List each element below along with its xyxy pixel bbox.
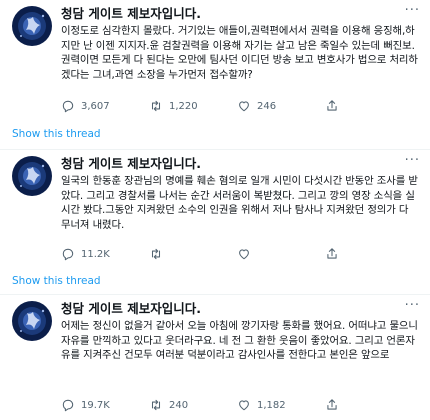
retweet-button[interactable]: 240 — [149, 398, 237, 412]
author-name[interactable]: 청담 게이트 제보자입니다. — [61, 6, 420, 22]
avatar[interactable] — [12, 6, 52, 46]
share-icon — [327, 248, 337, 259]
avatar-image — [12, 301, 52, 341]
tweet-text: 일국의 한동훈 장관님의 명예를 훼손 혐의로 일개 시민이 다섯시간 반동안 … — [61, 175, 418, 231]
more-icon[interactable]: ··· — [405, 299, 420, 313]
more-icon[interactable]: ··· — [405, 4, 420, 18]
reply-button[interactable]: 11.2K — [61, 247, 149, 261]
tweet-actions: 11.2K — [61, 246, 413, 262]
reply-icon — [62, 248, 74, 261]
avatar[interactable] — [12, 156, 52, 196]
timeline-feed: 청담 게이트 제보자입니다. 이정도로 심각한지 몰랐다. 거기있는 애들이,권… — [0, 0, 430, 420]
tweet-body: 청담 게이트 제보자입니다. 이정도로 심각한지 몰랐다. 거기있는 애들이,권… — [61, 6, 420, 82]
share-icon — [327, 100, 337, 111]
retweet-button[interactable]: 1,220 — [149, 99, 237, 113]
retweet-icon — [151, 399, 161, 411]
show-thread-link[interactable]: Show this thread — [12, 275, 101, 287]
tweet-text: 어제는 정신이 없을거 같아서 오늘 아침에 깡기자랑 통화를 했어요. 어떠냐… — [61, 320, 418, 362]
share-icon — [327, 399, 337, 410]
tweet-body: 청담 게이트 제보자입니다. 일국의 한동훈 장관님의 명예를 훼손 혐의로 일… — [61, 156, 420, 232]
tweet[interactable]: 청담 게이트 제보자입니다. 어제는 정신이 없을거 같아서 오늘 아침에 깡기… — [0, 295, 430, 420]
tweet-actions: 3,607 1,220 246 — [61, 98, 413, 114]
like-count: 246 — [257, 100, 277, 112]
author-name[interactable]: 청담 게이트 제보자입니다. — [61, 156, 420, 172]
heart-icon — [239, 400, 249, 411]
show-thread-link[interactable]: Show this thread — [12, 128, 101, 140]
like-button[interactable]: 1,182 — [237, 398, 325, 412]
like-button[interactable] — [237, 247, 325, 261]
retweet-icon — [151, 248, 161, 260]
reply-count: 11.2K — [81, 248, 110, 260]
avatar-image — [12, 6, 52, 46]
avatar[interactable] — [12, 301, 52, 341]
tweet[interactable]: 청담 게이트 제보자입니다. 일국의 한동훈 장관님의 명예를 훼손 혐의로 일… — [0, 150, 430, 295]
like-button[interactable]: 246 — [237, 99, 325, 113]
reply-count: 3,607 — [81, 100, 110, 112]
heart-icon — [239, 249, 249, 260]
tweet-actions: 19.7K 240 1,182 — [61, 397, 413, 413]
tweet-body: 청담 게이트 제보자입니다. 어제는 정신이 없을거 같아서 오늘 아침에 깡기… — [61, 301, 420, 363]
retweet-button[interactable] — [149, 247, 237, 261]
reply-icon — [62, 399, 74, 412]
retweet-count: 1,220 — [169, 100, 198, 112]
share-button[interactable] — [325, 247, 345, 261]
retweet-count: 240 — [169, 399, 189, 411]
retweet-icon — [151, 100, 161, 112]
heart-icon — [239, 101, 249, 112]
reply-icon — [62, 100, 74, 113]
avatar-image — [12, 156, 52, 196]
like-count: 1,182 — [257, 399, 286, 411]
tweet-text: 이정도로 심각한지 몰랐다. 거기있는 애들이,권력편에서서 권력을 이용해 응… — [61, 25, 418, 81]
reply-button[interactable]: 19.7K — [61, 398, 149, 412]
reply-button[interactable]: 3,607 — [61, 99, 149, 113]
share-button[interactable] — [325, 99, 345, 113]
author-name[interactable]: 청담 게이트 제보자입니다. — [61, 301, 420, 317]
share-button[interactable] — [325, 398, 345, 412]
tweet[interactable]: 청담 게이트 제보자입니다. 이정도로 심각한지 몰랐다. 거기있는 애들이,권… — [0, 0, 430, 150]
more-icon[interactable]: ··· — [405, 154, 420, 168]
reply-count: 19.7K — [81, 399, 110, 411]
